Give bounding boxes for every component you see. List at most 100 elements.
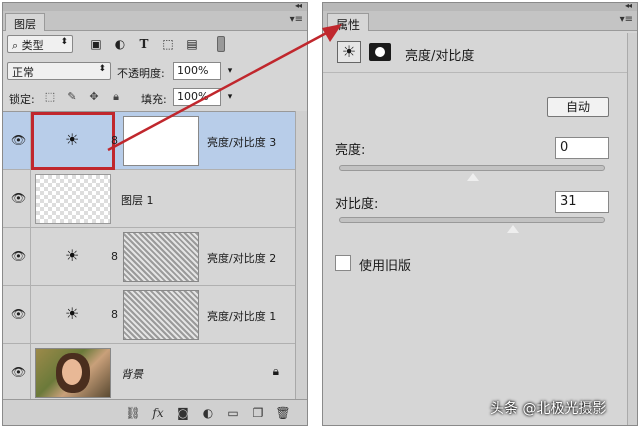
- chevron-updown-icon: ⬍: [98, 64, 106, 74]
- link-icon[interactable]: ⛓: [125, 405, 141, 421]
- watermark: 头条 @北极光摄影: [490, 401, 607, 417]
- layer-name: 背景: [121, 368, 143, 381]
- layer-row[interactable]: 👁︎ 图层 1: [3, 170, 295, 228]
- link-icon[interactable]: 8: [111, 250, 118, 263]
- visibility-column: 👁︎: [3, 286, 31, 344]
- lock-position-icon[interactable]: ✥: [87, 90, 101, 104]
- properties-scrollbar[interactable]: [627, 33, 637, 425]
- properties-header: ☀ 亮度/对比度: [323, 33, 637, 73]
- visibility-column: 👁︎: [3, 170, 31, 228]
- visibility-column: 👁︎: [3, 344, 31, 402]
- fill-label: 填充:: [141, 93, 167, 106]
- layer-row[interactable]: 👁︎ 背景 🔒︎: [3, 344, 295, 402]
- photo-face: [62, 359, 82, 385]
- layers-panel-titlebar: ◂◂: [3, 1, 307, 11]
- filter-type-select[interactable]: ⌕ 类型 ⬍: [7, 35, 73, 53]
- image-filter-icon[interactable]: ▣: [89, 37, 103, 51]
- brightness-slider[interactable]: [339, 165, 605, 182]
- new-layer-icon[interactable]: ❐: [250, 405, 266, 421]
- new-adjustment-icon[interactable]: ◐: [200, 405, 216, 421]
- eye-icon[interactable]: 👁︎: [11, 192, 27, 204]
- opacity-label: 不透明度:: [117, 67, 165, 80]
- properties-title: 亮度/对比度: [405, 49, 475, 64]
- collapse-icon[interactable]: ◂◂: [295, 1, 302, 10]
- bottom-icons: ⛓ fx ◙ ◐ ▭ ❐ 🗑︎: [125, 405, 291, 421]
- fx-icon[interactable]: fx: [150, 405, 166, 421]
- layer-name: 图层 1: [121, 194, 154, 207]
- filter-type-label: 类型: [21, 39, 44, 52]
- brightness-sun-icon[interactable]: ☀: [337, 41, 361, 63]
- shape-filter-icon[interactable]: ⬚: [161, 37, 175, 51]
- chevron-down-icon[interactable]: ▾: [223, 88, 237, 106]
- layer-mask-thumbnail[interactable]: [123, 290, 199, 340]
- transparent-layer-thumbnail: [35, 174, 111, 224]
- background-photo-thumbnail: [35, 348, 111, 398]
- panel-menu-icon[interactable]: ▾≡: [290, 14, 303, 25]
- blend-row: 正常 ⬍ 不透明度: 100% ▾: [3, 59, 307, 83]
- lock-icon: 🔒︎: [272, 364, 279, 378]
- lock-all-icon[interactable]: 🔒︎: [109, 90, 123, 104]
- layer-name: 亮度/对比度 1: [207, 310, 277, 323]
- properties-panel: ◂◂ 属性 ▾≡ ☀ 亮度/对比度 自动 亮度: 0 对比度: 31 使用旧版: [322, 1, 638, 426]
- use-legacy-checkbox[interactable]: [335, 255, 351, 271]
- layer-name: 亮度/对比度 3: [207, 136, 277, 149]
- eye-icon[interactable]: 👁︎: [11, 308, 27, 320]
- visibility-column: 👁︎: [3, 112, 31, 170]
- layers-scrollbar[interactable]: [295, 111, 307, 399]
- filter-icons: ▣ ◐ T ⬚ ▤: [89, 37, 199, 51]
- blend-mode-select[interactable]: 正常 ⬍: [7, 62, 111, 80]
- eye-icon[interactable]: 👁︎: [11, 366, 27, 378]
- lock-label: 锁定:: [9, 93, 35, 106]
- selection-highlight: [31, 112, 115, 170]
- fill-input[interactable]: 100%: [173, 88, 221, 106]
- link-icon[interactable]: 8: [111, 308, 118, 321]
- layer-mask-thumbnail[interactable]: [123, 232, 199, 282]
- brightness-slider-thumb[interactable]: [466, 172, 480, 182]
- layer-row[interactable]: 👁︎ ☀ 8 亮度/对比度 2: [3, 228, 295, 286]
- visibility-column: 👁︎: [3, 228, 31, 286]
- opacity-input[interactable]: 100%: [173, 62, 221, 80]
- lock-row: 锁定: ⬚ ✎ ✥ 🔒︎ 填充: 100% ▾: [3, 85, 307, 109]
- layers-bottom-bar: ⛓ fx ◙ ◐ ▭ ❐ 🗑︎: [3, 399, 307, 425]
- brightness-label: 亮度:: [335, 143, 366, 158]
- brightness-sun-icon: ☀: [65, 246, 80, 265]
- layers-panel: ◂◂ 图层 ▾≡ ⌕ 类型 ⬍ ▣ ◐ T ⬚ ▤ 正常 ⬍ 不透明度: 100…: [2, 1, 308, 426]
- smart-object-filter-icon[interactable]: ▤: [185, 37, 199, 51]
- lock-icons: ⬚ ✎ ✥ 🔒︎: [43, 90, 123, 104]
- lock-transparent-icon[interactable]: ⬚: [43, 90, 57, 104]
- tab-properties[interactable]: 属性: [327, 13, 370, 32]
- contrast-input[interactable]: 31: [555, 191, 609, 213]
- delete-icon[interactable]: 🗑︎: [275, 405, 291, 421]
- link-icon[interactable]: 8: [111, 134, 118, 147]
- panel-menu-icon[interactable]: ▾≡: [620, 14, 633, 25]
- layer-row[interactable]: 👁︎ ☀ 8 亮度/对比度 1: [3, 286, 295, 344]
- brightness-sun-icon: ☀: [65, 304, 80, 323]
- contrast-label: 对比度:: [335, 197, 379, 212]
- filter-row: ⌕ 类型 ⬍ ▣ ◐ T ⬚ ▤: [3, 33, 307, 57]
- contrast-slider-thumb[interactable]: [505, 224, 520, 234]
- collapse-icon[interactable]: ◂◂: [625, 1, 632, 10]
- eye-icon[interactable]: 👁︎: [11, 250, 27, 262]
- new-group-icon[interactable]: ▭: [225, 405, 241, 421]
- tab-layers[interactable]: 图层: [5, 13, 45, 31]
- properties-panel-titlebar: ◂◂: [323, 1, 637, 11]
- chevron-updown-icon: ⬍: [60, 37, 68, 47]
- brightness-input[interactable]: 0: [555, 137, 609, 159]
- layer-mask-thumbnail[interactable]: [123, 116, 199, 166]
- eye-icon[interactable]: 👁︎: [11, 134, 27, 146]
- layers-tab-row: 图层 ▾≡: [3, 11, 307, 31]
- contrast-slider[interactable]: [339, 217, 605, 234]
- search-icon: ⌕: [12, 39, 19, 52]
- add-mask-icon[interactable]: ◙: [175, 405, 191, 421]
- filter-toggle[interactable]: [217, 36, 225, 52]
- lock-brush-icon[interactable]: ✎: [65, 90, 79, 104]
- adjustment-filter-icon[interactable]: ◐: [113, 37, 127, 51]
- blend-mode-value: 正常: [12, 66, 34, 79]
- layer-list: 👁︎ ☀ 8 亮度/对比度 3 👁︎ 图层 1 👁︎ ☀ 8 亮度/对比度 2: [3, 111, 295, 402]
- auto-button[interactable]: 自动: [547, 97, 609, 117]
- mask-icon[interactable]: [369, 43, 391, 61]
- chevron-down-icon[interactable]: ▾: [223, 62, 237, 80]
- use-legacy-label: 使用旧版: [359, 259, 412, 274]
- layer-row[interactable]: 👁︎ ☀ 8 亮度/对比度 3: [3, 112, 295, 170]
- type-filter-icon[interactable]: T: [137, 37, 151, 51]
